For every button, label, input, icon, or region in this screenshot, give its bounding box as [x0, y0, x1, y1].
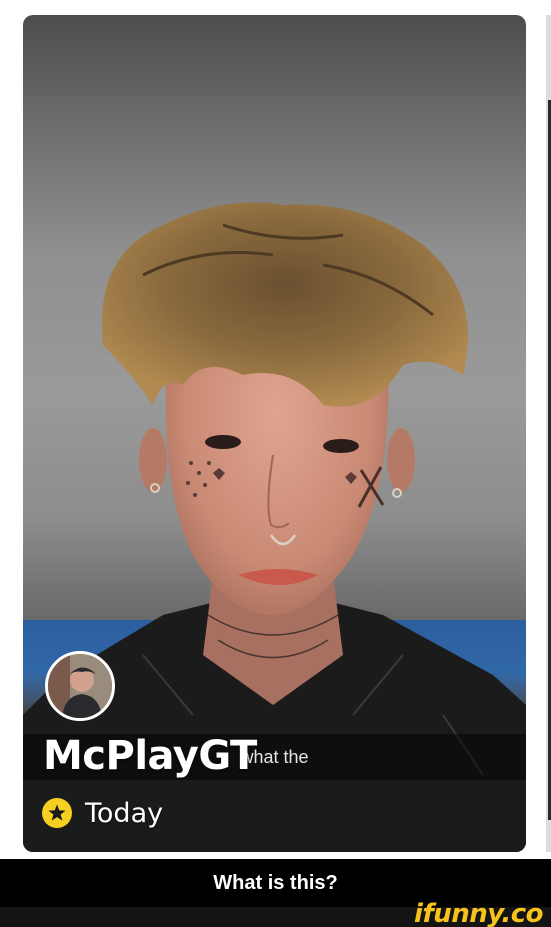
- star-badge-icon: [42, 798, 72, 828]
- avatar-image: [48, 654, 112, 718]
- ifunny-watermark: ifunny.co: [414, 899, 543, 927]
- story-time: Today: [85, 797, 164, 829]
- profile-avatar[interactable]: [45, 651, 115, 721]
- story-photo: [23, 202, 526, 852]
- story-meta: Today: [41, 795, 163, 831]
- story-card[interactable]: what the McPlayGT Today: [23, 15, 526, 852]
- page: what the McPlayGT Today What is this? if…: [0, 0, 551, 927]
- username[interactable]: McPlayGT: [43, 733, 257, 779]
